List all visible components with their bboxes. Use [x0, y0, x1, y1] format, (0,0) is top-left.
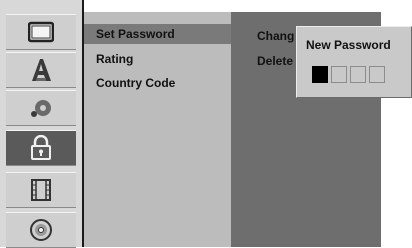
- menu-item-country-code[interactable]: Country Code: [84, 73, 231, 93]
- option-delete[interactable]: Delete: [257, 54, 293, 68]
- lock-icon: [31, 135, 51, 160]
- password-digit-box[interactable]: [331, 66, 347, 83]
- tv-category-button[interactable]: [6, 14, 76, 50]
- audio-category-button[interactable]: [6, 90, 76, 126]
- option-label: Delete: [257, 54, 294, 68]
- menu-item-label: Set Password: [96, 27, 175, 41]
- audio-icon: [31, 100, 51, 117]
- menu-item-label: Rating: [96, 52, 134, 66]
- new-password-popup: New Password: [296, 26, 412, 98]
- disc-icon: [30, 219, 52, 241]
- category-icon-column: [0, 0, 84, 248]
- password-digit-box[interactable]: [369, 66, 385, 83]
- popup-title: New Password: [306, 38, 391, 52]
- language-category-button[interactable]: [6, 52, 76, 88]
- option-change[interactable]: Chang: [257, 29, 294, 43]
- password-digit-box[interactable]: [312, 66, 328, 83]
- menu-item-label: Country Code: [96, 76, 176, 90]
- language-icon: [32, 59, 51, 81]
- tv-icon: [28, 21, 54, 43]
- film-icon: [31, 179, 51, 201]
- lock-category-button[interactable]: [6, 130, 76, 166]
- option-label: Chang: [257, 29, 295, 43]
- password-digit-box[interactable]: [350, 66, 366, 83]
- menu-item-set-password[interactable]: Set Password: [84, 24, 231, 44]
- setup-menu-screen: Set Password Rating Country Code Chang D…: [0, 0, 412, 248]
- film-category-button[interactable]: [6, 172, 76, 208]
- menu-item-rating[interactable]: Rating: [84, 49, 231, 69]
- password-digit-fields[interactable]: [312, 66, 385, 83]
- lock-settings-menu: Set Password Rating Country Code: [84, 12, 231, 247]
- disc-category-button[interactable]: [6, 212, 76, 248]
